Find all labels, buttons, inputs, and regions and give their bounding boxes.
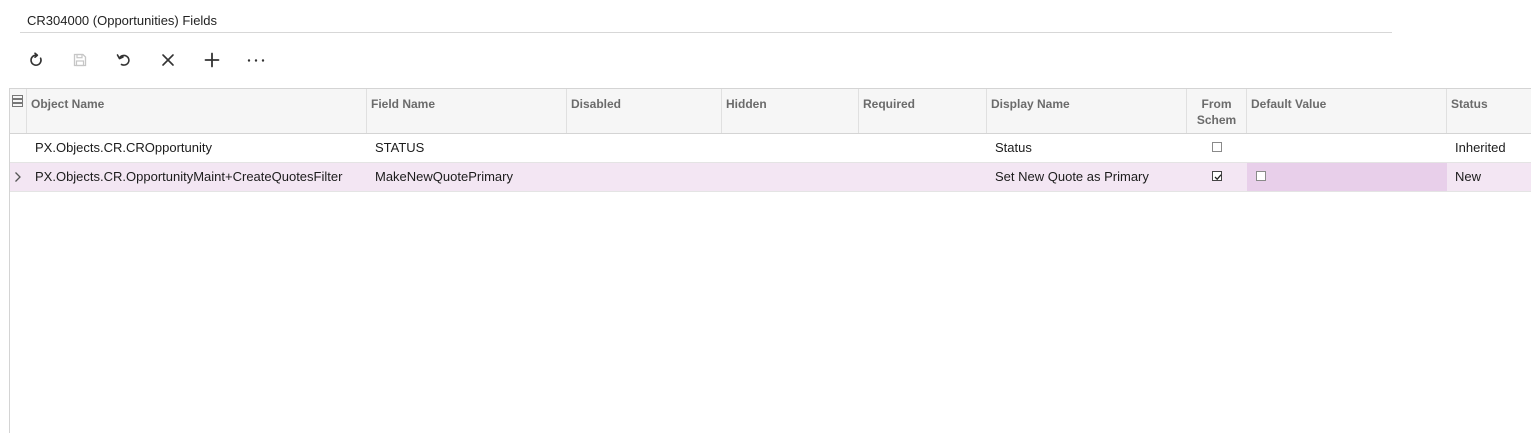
delete-button[interactable]	[146, 45, 190, 75]
cell-from-schema	[1187, 163, 1247, 191]
cell-object-name[interactable]: PX.Objects.CR.CROpportunity	[27, 134, 367, 162]
page-title: CR304000 (Opportunities) Fields	[27, 13, 218, 28]
fields-grid: Object Name Field Name Disabled Hidden R…	[9, 88, 1531, 433]
column-header-status[interactable]: Status	[1447, 89, 1531, 133]
column-header-hidden[interactable]: Hidden	[722, 89, 859, 133]
cell-default-value[interactable]	[1247, 163, 1447, 191]
page: CR304000 (Opportunities) Fields Object N…	[0, 0, 1531, 433]
more-button[interactable]	[234, 45, 278, 75]
title-divider	[20, 32, 1392, 33]
cell-default-value[interactable]	[1247, 134, 1447, 162]
grid-settings-icon	[12, 95, 23, 107]
refresh-button[interactable]	[14, 45, 58, 75]
cell-object-name[interactable]: PX.Objects.CR.OpportunityMaint+CreateQuo…	[27, 163, 367, 191]
column-header-object-name[interactable]: Object Name	[27, 89, 367, 133]
checkmark-icon	[1214, 174, 1222, 181]
cell-from-schema	[1187, 134, 1247, 162]
cell-display-name[interactable]: Set New Quote as Primary	[987, 163, 1187, 191]
close-icon	[162, 54, 174, 66]
cell-disabled[interactable]	[567, 134, 722, 162]
cell-disabled[interactable]	[567, 163, 722, 191]
cell-field-name[interactable]: STATUS	[367, 134, 567, 162]
column-header-from-schema[interactable]: From Schem	[1187, 89, 1247, 133]
cell-required[interactable]	[859, 134, 987, 162]
cell-hidden[interactable]	[722, 163, 859, 191]
table-row[interactable]: PX.Objects.CR.CROpportunity STATUS Statu…	[10, 134, 1531, 163]
refresh-icon	[30, 52, 42, 66]
plus-icon	[204, 52, 220, 68]
column-header-default-value[interactable]: Default Value	[1247, 89, 1447, 133]
toolbar	[14, 45, 278, 75]
column-header-disabled[interactable]: Disabled	[567, 89, 722, 133]
cell-required[interactable]	[859, 163, 987, 191]
from-schema-checkbox[interactable]	[1212, 171, 1222, 181]
grid-settings-button[interactable]	[10, 89, 27, 133]
row-expander-icon[interactable]	[13, 171, 23, 183]
add-button[interactable]	[190, 45, 234, 75]
table-row[interactable]: PX.Objects.CR.OpportunityMaint+CreateQuo…	[10, 163, 1531, 192]
cell-status: New	[1455, 169, 1482, 184]
save-icon	[73, 53, 87, 67]
undo-icon	[116, 54, 130, 66]
grid-header: Object Name Field Name Disabled Hidden R…	[10, 89, 1531, 134]
default-value-checkbox[interactable]	[1256, 171, 1266, 181]
cell-field-name[interactable]: MakeNewQuotePrimary	[367, 163, 567, 191]
cell-status: Inherited	[1455, 140, 1506, 155]
cell-hidden[interactable]	[722, 134, 859, 162]
column-header-required[interactable]: Required	[859, 89, 987, 133]
undo-button[interactable]	[102, 45, 146, 75]
save-button[interactable]	[58, 45, 102, 75]
cell-display-name[interactable]: Status	[987, 134, 1187, 162]
column-header-display-name[interactable]: Display Name	[987, 89, 1187, 133]
more-icon	[247, 59, 265, 62]
column-header-field-name[interactable]: Field Name	[367, 89, 567, 133]
from-schema-checkbox[interactable]	[1212, 142, 1222, 152]
